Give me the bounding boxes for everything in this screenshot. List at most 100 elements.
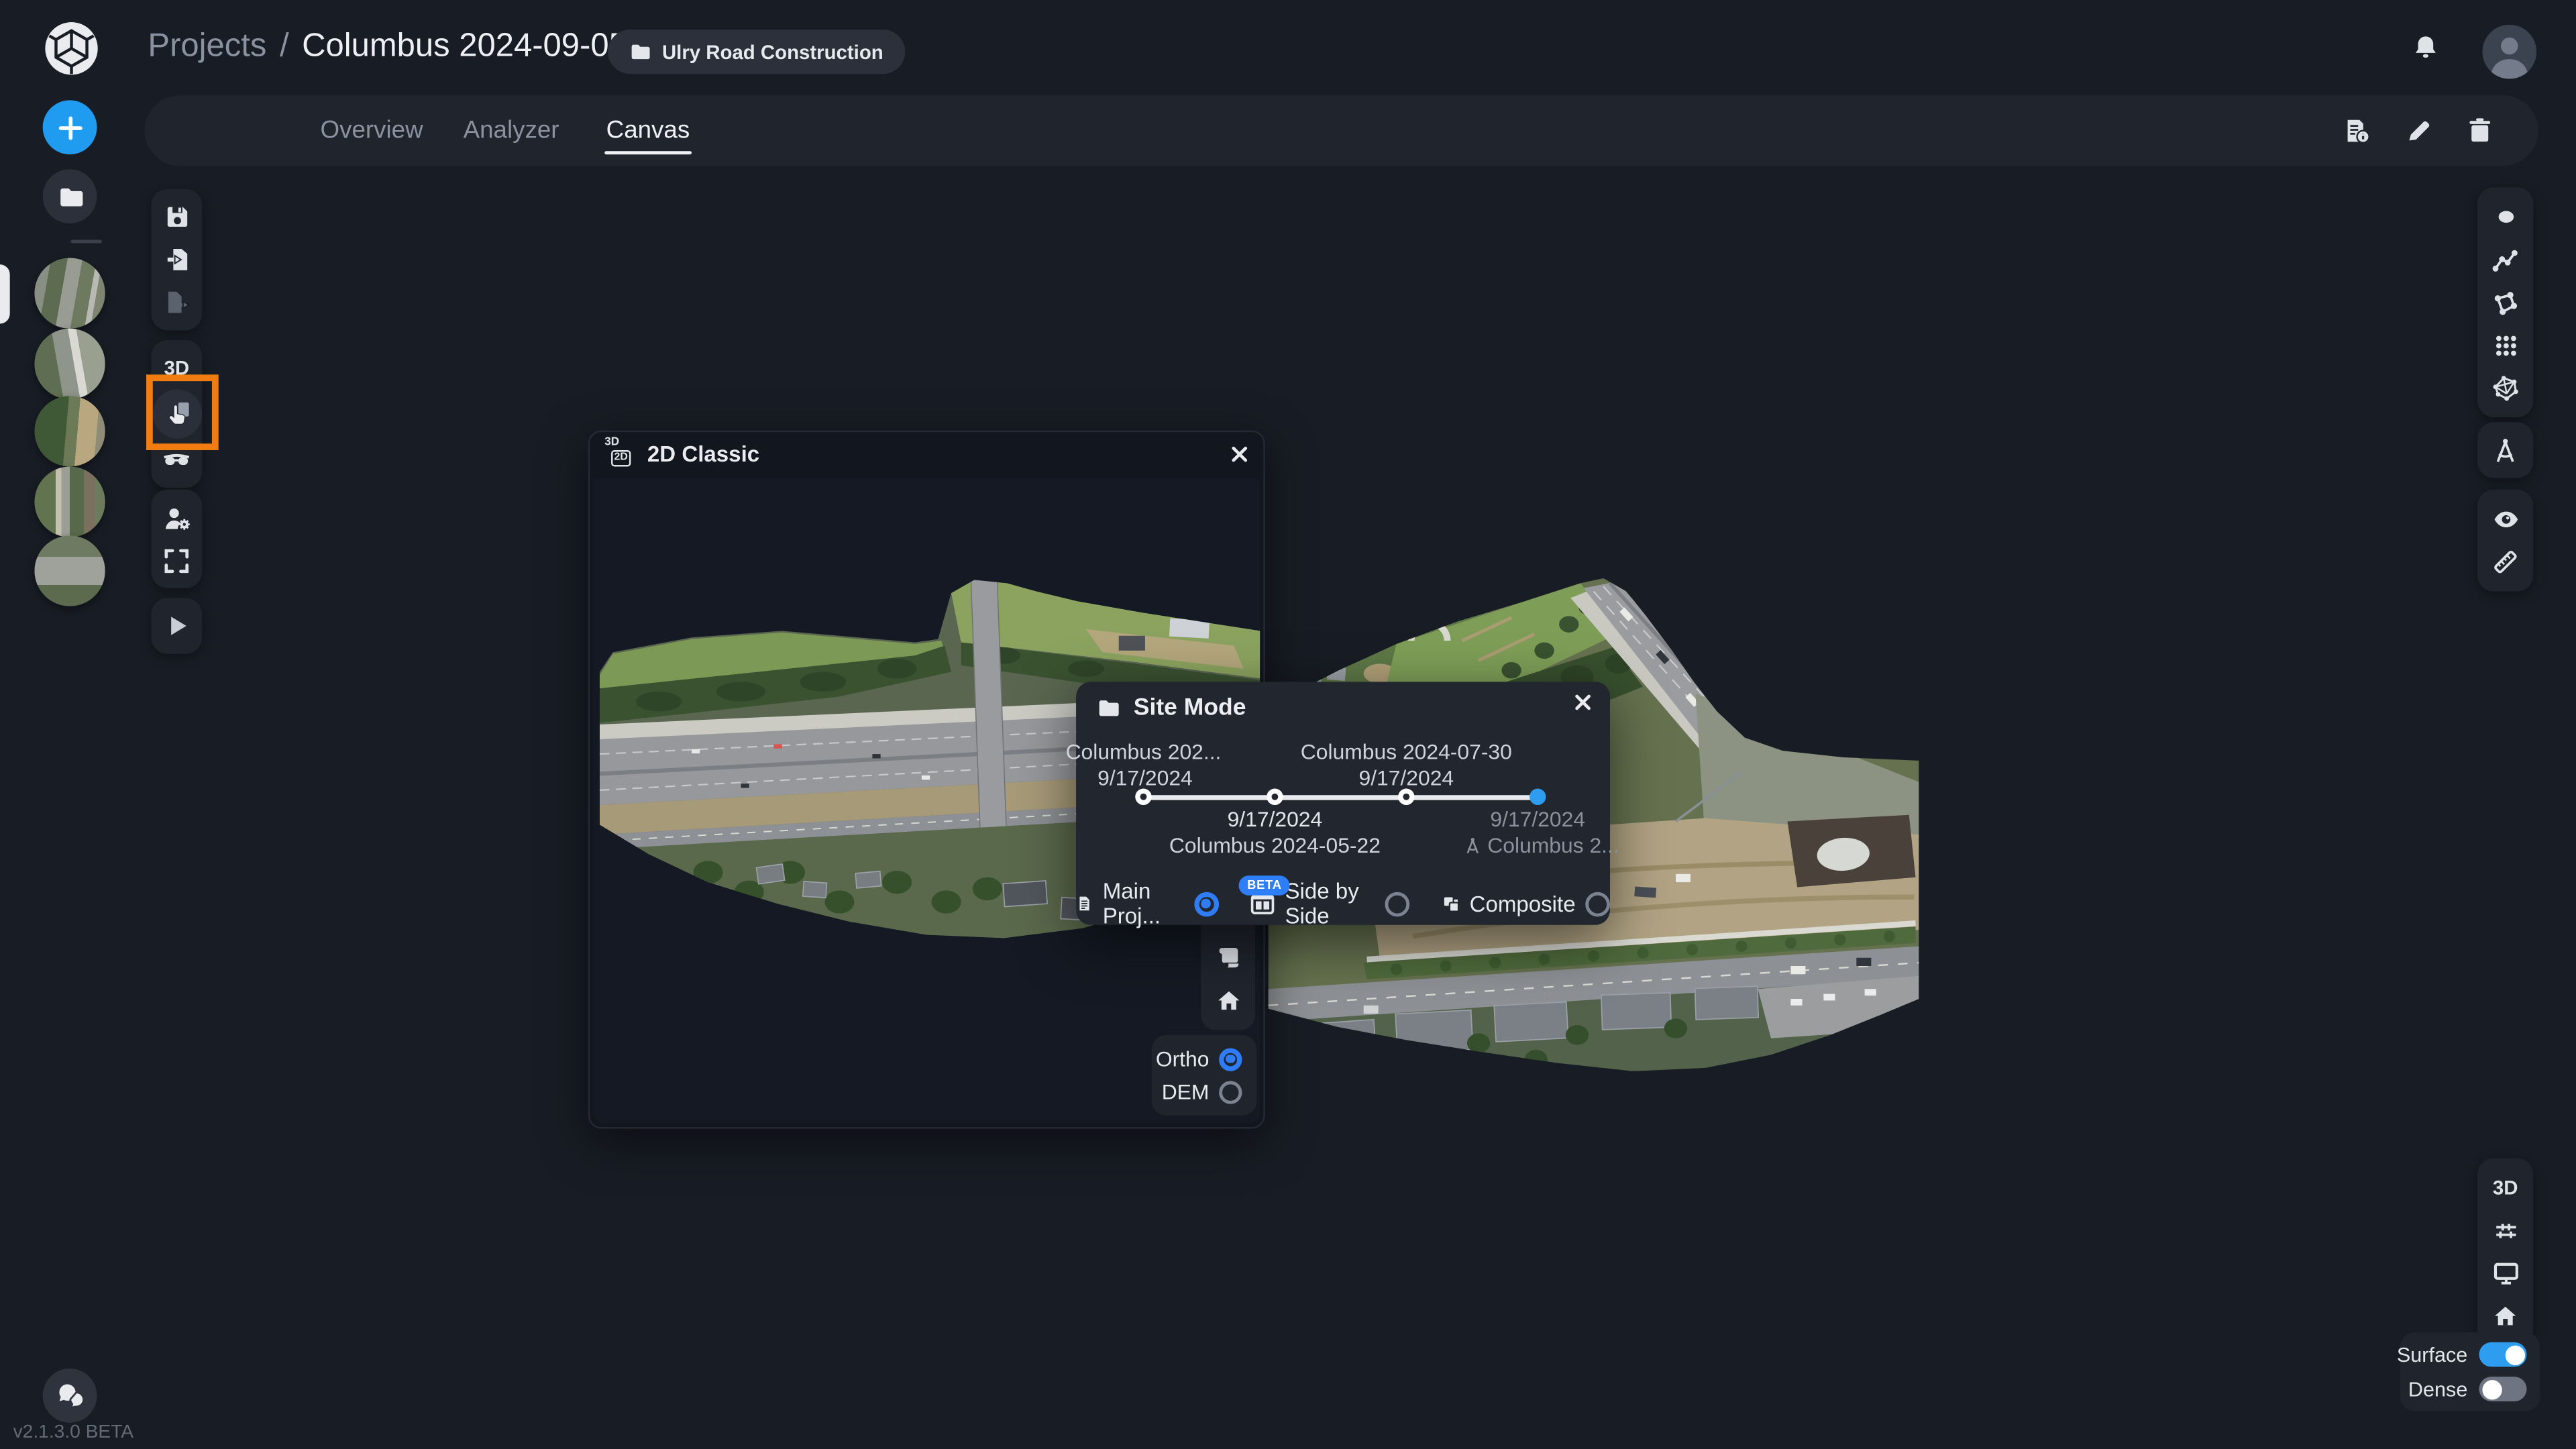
ortho-radio[interactable] bbox=[1219, 1047, 1242, 1070]
site-mode-title: Site Mode bbox=[1134, 695, 1246, 721]
side-by-side-icon bbox=[1250, 892, 1275, 916]
layer-option-dem[interactable]: DEM bbox=[1167, 1079, 1242, 1104]
dense-toggle[interactable] bbox=[2479, 1377, 2527, 1401]
rail-divider bbox=[70, 240, 102, 244]
home-icon bbox=[1215, 987, 1241, 1014]
add-project-button[interactable] bbox=[43, 100, 97, 154]
timeline-marker-active[interactable] bbox=[1529, 789, 1546, 805]
site-badge[interactable]: Ulry Road Construction bbox=[608, 30, 904, 74]
export-button[interactable] bbox=[151, 281, 202, 324]
close-icon bbox=[1574, 693, 1592, 711]
project-thumbnail[interactable] bbox=[34, 258, 105, 328]
folder-icon bbox=[1095, 696, 1120, 719]
layer-option-ortho[interactable]: Ortho bbox=[1167, 1046, 1242, 1071]
home-view-button[interactable] bbox=[1215, 987, 1241, 1014]
mesh-tool-button[interactable] bbox=[2477, 366, 2533, 409]
report-info-button[interactable] bbox=[2343, 117, 2372, 144]
surface-label: Surface bbox=[2397, 1343, 2468, 1366]
layer-settings-button[interactable] bbox=[2477, 1209, 2533, 1252]
chat-support-button[interactable] bbox=[43, 1368, 97, 1423]
breadcrumb-separator: / bbox=[280, 28, 289, 66]
user-settings-button[interactable] bbox=[151, 496, 202, 539]
mode-3d-button[interactable]: 3D bbox=[151, 347, 202, 390]
pan-select-tool-button[interactable] bbox=[151, 389, 202, 438]
ruler-icon bbox=[2491, 547, 2520, 577]
scroll-icon bbox=[1215, 945, 1241, 971]
display-button[interactable] bbox=[2477, 1252, 2533, 1295]
home-view-button[interactable] bbox=[2477, 1295, 2533, 1338]
mode-side-by-side-radio[interactable] bbox=[1385, 892, 1410, 916]
layer-selector-panel: Ortho DEM bbox=[1152, 1035, 1257, 1116]
user-avatar[interactable] bbox=[2482, 25, 2536, 79]
icon-2d-text: 2D bbox=[611, 449, 631, 466]
inspect-tool-group bbox=[2477, 490, 2533, 592]
breadcrumb-projects[interactable]: Projects bbox=[148, 28, 266, 66]
point-tool-button[interactable] bbox=[2477, 195, 2533, 238]
tab-overview[interactable]: Overview bbox=[321, 95, 423, 166]
compass-icon bbox=[1463, 835, 1483, 855]
edit-button[interactable] bbox=[2405, 117, 2433, 145]
site-mode-close-button[interactable] bbox=[1574, 693, 1592, 711]
play-button[interactable] bbox=[151, 604, 202, 647]
polygon-icon bbox=[2491, 288, 2520, 317]
project-thumbnail[interactable] bbox=[34, 329, 105, 399]
point-grid-tool-button[interactable] bbox=[2477, 323, 2533, 366]
surface-toggle[interactable] bbox=[2479, 1342, 2527, 1367]
2d-classic-window-header[interactable]: 3D 2D 2D Classic bbox=[590, 432, 1263, 475]
user-gear-icon bbox=[162, 504, 191, 532]
vr-view-button[interactable] bbox=[151, 439, 202, 482]
fullscreen-icon bbox=[162, 546, 191, 574]
project-thumbnail[interactable] bbox=[34, 535, 105, 606]
mode-3d-label: 3D bbox=[164, 356, 189, 379]
timeline-marker[interactable] bbox=[1398, 789, 1414, 805]
timeline-marker[interactable] bbox=[1135, 789, 1151, 805]
timeline-project-date: 9/17/2024 bbox=[1490, 806, 1585, 831]
home-icon bbox=[2492, 1303, 2518, 1329]
projects-folder-button[interactable] bbox=[43, 169, 97, 223]
project-thumbnail[interactable] bbox=[34, 396, 105, 466]
fullscreen-button[interactable] bbox=[151, 539, 202, 582]
beta-badge: BETA bbox=[1239, 875, 1290, 894]
polygon-tool-button[interactable] bbox=[2477, 281, 2533, 324]
visibility-button[interactable] bbox=[2477, 498, 2533, 541]
chat-icon bbox=[55, 1382, 85, 1410]
site-badge-label: Ulry Road Construction bbox=[662, 40, 883, 63]
mode-side-by-side-label: Side by Side bbox=[1285, 879, 1375, 928]
dem-label: DEM bbox=[1162, 1079, 1210, 1104]
delete-button[interactable] bbox=[2466, 117, 2494, 145]
folder-icon bbox=[56, 183, 83, 209]
bell-icon bbox=[2412, 34, 2440, 60]
mode-3d-button[interactable]: 3D bbox=[2477, 1167, 2533, 1210]
document-info-icon bbox=[2343, 117, 2372, 144]
notifications-button[interactable] bbox=[2412, 34, 2440, 60]
compass-tool-button[interactable] bbox=[2477, 429, 2533, 472]
tab-analyzer[interactable]: Analyzer bbox=[464, 95, 559, 166]
annotation-tool-group bbox=[2477, 187, 2533, 417]
dense-toggle-row: Dense bbox=[2414, 1377, 2527, 1401]
save-icon bbox=[164, 204, 190, 230]
measure-tool-group bbox=[2477, 422, 2533, 478]
mode-main-project-radio[interactable] bbox=[1194, 892, 1219, 916]
timeline-track[interactable] bbox=[1143, 795, 1538, 799]
polyline-tool-button[interactable] bbox=[2477, 238, 2533, 281]
scroll-map-button[interactable] bbox=[1215, 945, 1241, 971]
view-mode-group: 3D bbox=[151, 340, 202, 488]
timeline-marker[interactable] bbox=[1267, 789, 1283, 805]
breadcrumb: Projects / Columbus 2024-09-05 bbox=[148, 28, 627, 66]
user-avatar-icon bbox=[2482, 25, 2536, 79]
icon-3d-text: 3D bbox=[604, 436, 619, 447]
dem-radio[interactable] bbox=[1219, 1080, 1242, 1103]
dense-label: Dense bbox=[2408, 1377, 2468, 1400]
tab-canvas[interactable]: Canvas bbox=[606, 95, 690, 166]
mode-composite-radio[interactable] bbox=[1585, 892, 1610, 916]
timeline-project-name: Columbus 2024-05-22 bbox=[1169, 833, 1381, 858]
2d-classic-close-button[interactable] bbox=[1230, 444, 1248, 462]
app-logo[interactable] bbox=[44, 21, 99, 76]
measure-button[interactable] bbox=[2477, 541, 2533, 584]
project-thumbnail[interactable] bbox=[34, 467, 105, 537]
save-button[interactable] bbox=[151, 195, 202, 238]
site-mode-header[interactable]: Site Mode bbox=[1095, 695, 1246, 721]
import-button[interactable] bbox=[151, 238, 202, 281]
plus-icon bbox=[55, 113, 85, 142]
side-by-side-icon-wrap: BETA bbox=[1250, 892, 1275, 916]
